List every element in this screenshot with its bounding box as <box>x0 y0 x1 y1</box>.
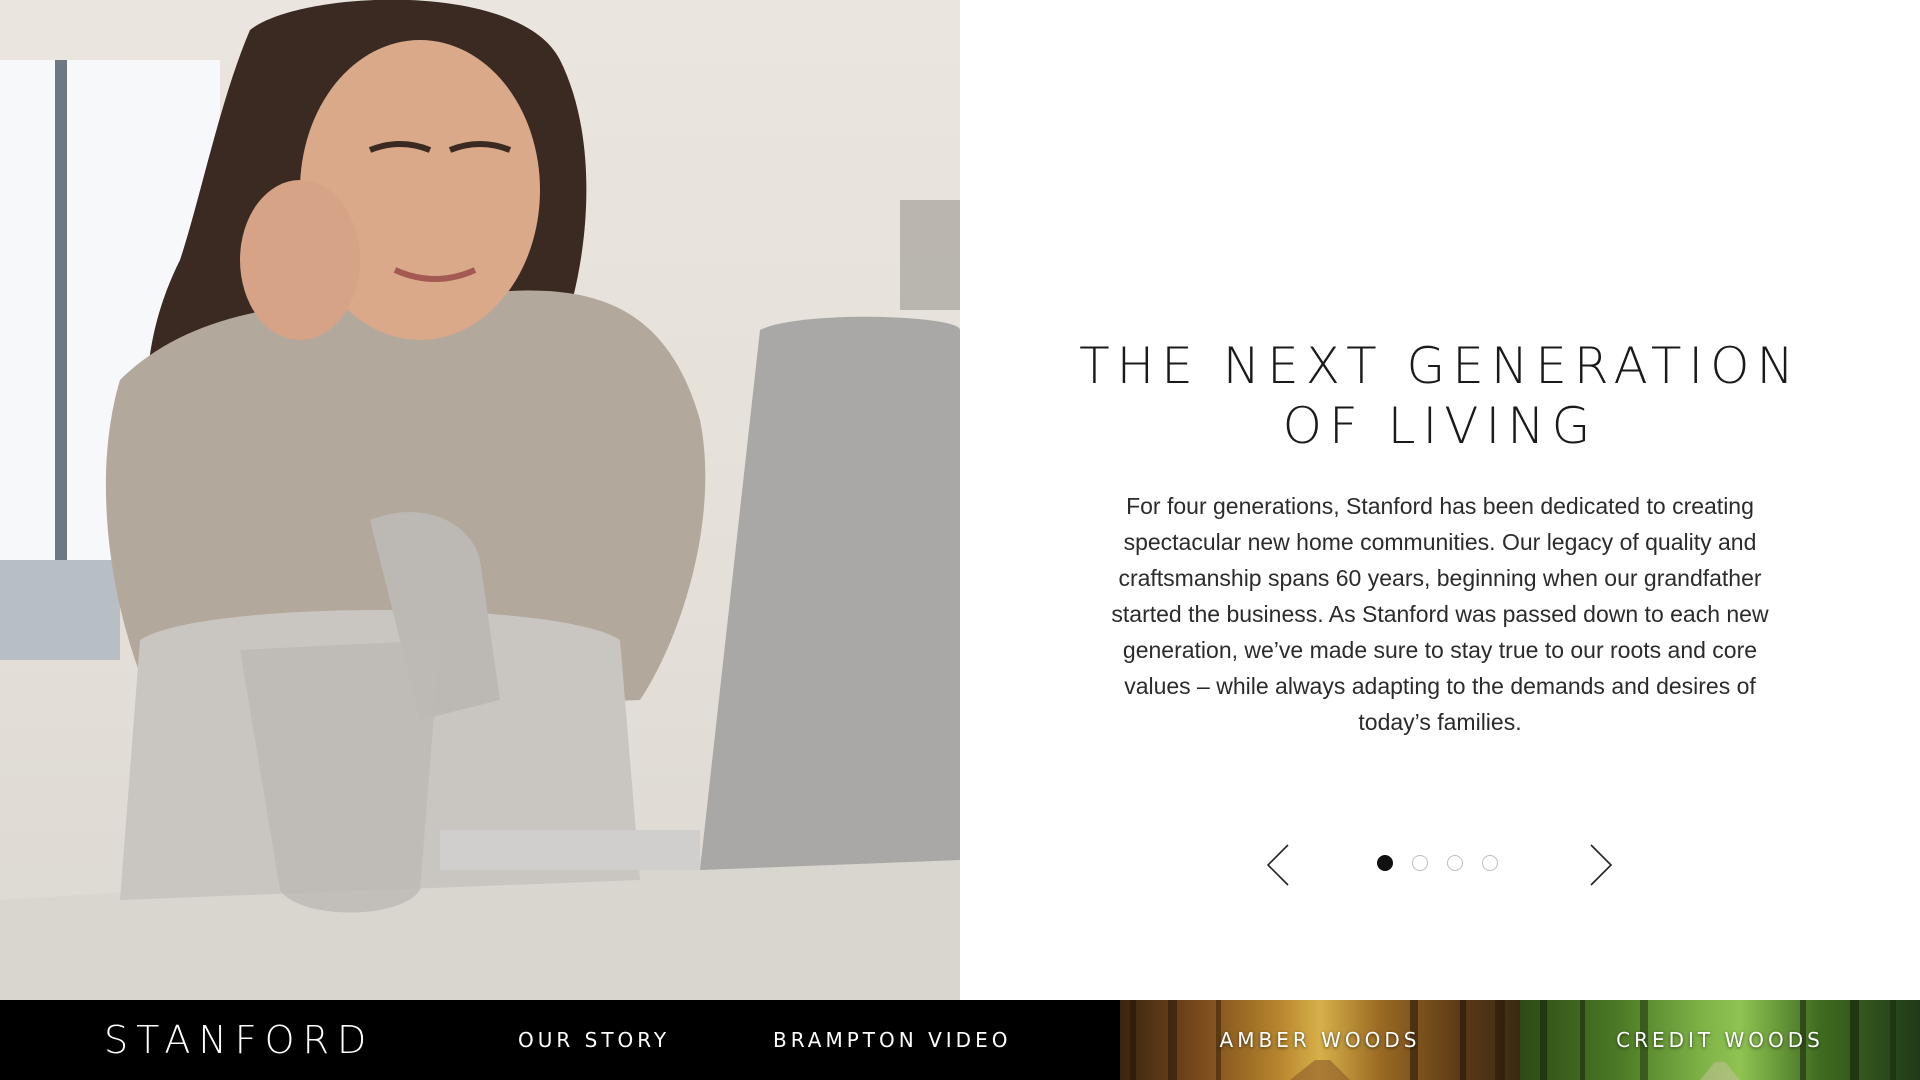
woman-with-laptop-image <box>0 0 960 1000</box>
slide-body-line: spectacular new home communities. Our le… <box>1123 529 1757 555</box>
slide-body-line: generation, we’ve made sure to stay true… <box>1122 637 1758 663</box>
credit-woods-label: CREDIT WOODS <box>1616 1028 1824 1052</box>
stanford-logo[interactable]: STANFORD <box>104 1016 374 1064</box>
prev-slide-button[interactable] <box>1264 843 1294 887</box>
slide-body: For four generations, Stanford has been … <box>1060 488 1820 740</box>
nav-our-story-link[interactable]: OUR STORY <box>518 1000 670 1080</box>
slide-title: THE NEXT GENERATION OF LIVING <box>960 336 1920 456</box>
pagination-dot-2[interactable] <box>1412 855 1428 871</box>
slide-body-line: craftsmanship spans 60 years, beginning … <box>1118 565 1762 591</box>
chevron-left-icon <box>1266 844 1289 886</box>
slide-body-line: values – while always adapting to the de… <box>1124 673 1756 699</box>
amber-woods-label: AMBER WOODS <box>1219 1028 1421 1052</box>
slide-title-line: OF LIVING <box>1282 397 1598 455</box>
next-slide-button[interactable] <box>1585 843 1615 887</box>
slide-pagination <box>1377 855 1498 871</box>
bottom-navbar: STANFORD OUR STORY BRAMPTON VIDEO AMBER … <box>0 1000 1920 1080</box>
slide-body-line: today’s families. <box>1358 709 1522 735</box>
pagination-dot-4[interactable] <box>1482 855 1498 871</box>
slide-body-line: started the business. As Stanford was pa… <box>1111 601 1769 627</box>
pagination-dot-1[interactable] <box>1377 855 1393 871</box>
pagination-dot-3[interactable] <box>1447 855 1463 871</box>
slide-body-line: For four generations, Stanford has been … <box>1126 493 1754 519</box>
credit-woods-tile[interactable]: CREDIT WOODS <box>1520 1000 1920 1080</box>
amber-woods-tile[interactable]: AMBER WOODS <box>1120 1000 1520 1080</box>
slide-title-line: THE NEXT GENERATION <box>1079 337 1801 395</box>
chevron-right-icon <box>1590 844 1613 886</box>
intro-slide: THE NEXT GENERATION OF LIVING For four g… <box>960 0 1920 1000</box>
hero-photo <box>0 0 960 1000</box>
nav-brampton-video-link[interactable]: BRAMPTON VIDEO <box>773 1000 1011 1080</box>
